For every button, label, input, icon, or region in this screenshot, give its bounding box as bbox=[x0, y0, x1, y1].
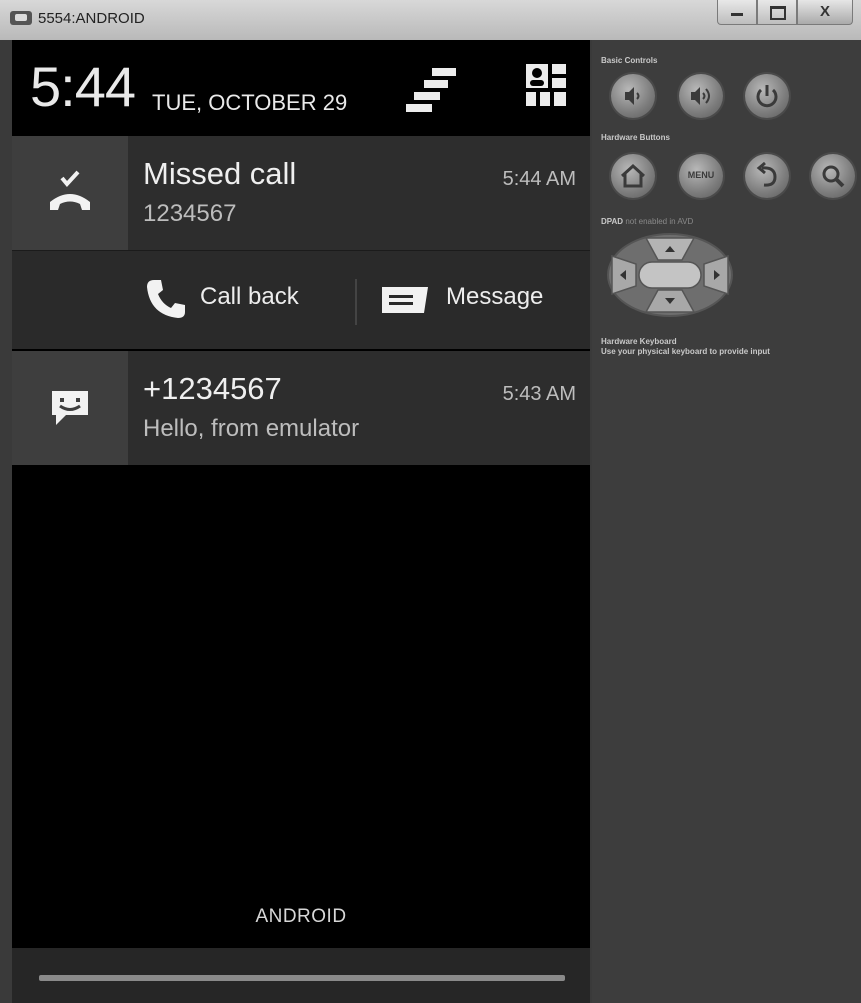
notification-title: +1234567 bbox=[143, 371, 282, 406]
emulator-app-icon bbox=[10, 11, 32, 25]
notification-title: Missed call bbox=[143, 156, 297, 191]
window-title: 5554:ANDROID bbox=[38, 10, 145, 27]
quick-settings-button[interactable] bbox=[524, 62, 568, 110]
menu-button-label: MENU bbox=[687, 170, 715, 180]
phone-icon bbox=[147, 280, 185, 318]
message-button[interactable]: Message bbox=[374, 251, 584, 349]
shade-handle-area[interactable] bbox=[12, 948, 590, 1003]
notification-actions: Call back Message bbox=[12, 250, 590, 349]
notification-time: 5:44 AM bbox=[502, 168, 576, 190]
action-divider bbox=[355, 279, 357, 325]
missed-call-notification[interactable]: Missed call 1234567 5:44 AM bbox=[12, 136, 590, 250]
dpad-note: not enabled in AVD bbox=[625, 217, 694, 226]
close-button[interactable]: X bbox=[797, 0, 853, 25]
hardware-keyboard-label: Hardware Keyboard bbox=[601, 337, 677, 346]
message-label: Message bbox=[446, 283, 544, 310]
search-button[interactable] bbox=[811, 154, 855, 198]
emulator-controls-panel: Basic Controls Hardware Buttons MENU DPA… bbox=[592, 40, 861, 1003]
sms-icon bbox=[52, 391, 88, 425]
dpad-label: DPAD not enabled in AVD bbox=[601, 217, 693, 226]
volume-up-button[interactable] bbox=[679, 74, 723, 118]
message-icon bbox=[382, 287, 428, 313]
hardware-keyboard-note: Use your physical keyboard to provide in… bbox=[601, 347, 770, 356]
android-screen: 5:44 TUE, OCTOBER 29 Missed call 1234567… bbox=[12, 40, 590, 1003]
home-icon bbox=[620, 163, 646, 188]
maximize-button[interactable] bbox=[757, 0, 797, 25]
dpad-center[interactable] bbox=[638, 261, 702, 289]
volume-down-icon bbox=[625, 87, 640, 105]
shade-drag-handle[interactable] bbox=[39, 975, 565, 981]
power-button[interactable] bbox=[745, 74, 789, 118]
volume-up-icon bbox=[691, 87, 710, 105]
call-back-button[interactable]: Call back bbox=[138, 251, 348, 349]
back-icon bbox=[756, 161, 777, 187]
notification-text: 1234567 bbox=[143, 200, 237, 227]
sms-notification[interactable]: +1234567 Hello, from emulator 5:43 AM bbox=[12, 351, 590, 465]
carrier-label: ANDROID bbox=[255, 906, 347, 927]
clear-all-icon-bar bbox=[414, 92, 440, 100]
hardware-buttons-label: Hardware Buttons bbox=[601, 133, 670, 142]
dpad-control bbox=[607, 233, 733, 317]
minimize-button[interactable] bbox=[717, 0, 757, 25]
search-icon bbox=[822, 165, 845, 188]
close-icon: X bbox=[819, 3, 830, 20]
call-back-label: Call back bbox=[200, 283, 299, 310]
date: TUE, OCTOBER 29 bbox=[152, 90, 348, 115]
window-title-bar: 5554:ANDROID X bbox=[0, 0, 861, 40]
missed-call-icon bbox=[50, 170, 90, 210]
clear-all-icon bbox=[432, 68, 456, 76]
notification-icon-box bbox=[12, 136, 128, 250]
volume-down-button[interactable] bbox=[611, 74, 655, 118]
window-buttons: X bbox=[717, 0, 853, 28]
notification-header: 5:44 TUE, OCTOBER 29 bbox=[12, 40, 590, 136]
notification-text: Hello, from emulator bbox=[143, 415, 360, 442]
clear-all-icon-bar bbox=[406, 104, 432, 112]
clear-all-button[interactable] bbox=[406, 66, 462, 116]
clear-all-icon-bar bbox=[424, 80, 448, 88]
power-icon bbox=[756, 85, 778, 108]
back-button[interactable] bbox=[745, 154, 789, 198]
clock: 5:44 bbox=[30, 55, 136, 118]
quick-settings-icon bbox=[526, 64, 566, 106]
basic-controls-label: Basic Controls bbox=[601, 56, 658, 65]
menu-button[interactable]: MENU bbox=[679, 154, 723, 198]
home-button[interactable] bbox=[611, 154, 655, 198]
notification-time: 5:43 AM bbox=[502, 383, 576, 405]
dpad-title: DPAD bbox=[601, 217, 624, 226]
notification-icon-box bbox=[12, 351, 128, 465]
